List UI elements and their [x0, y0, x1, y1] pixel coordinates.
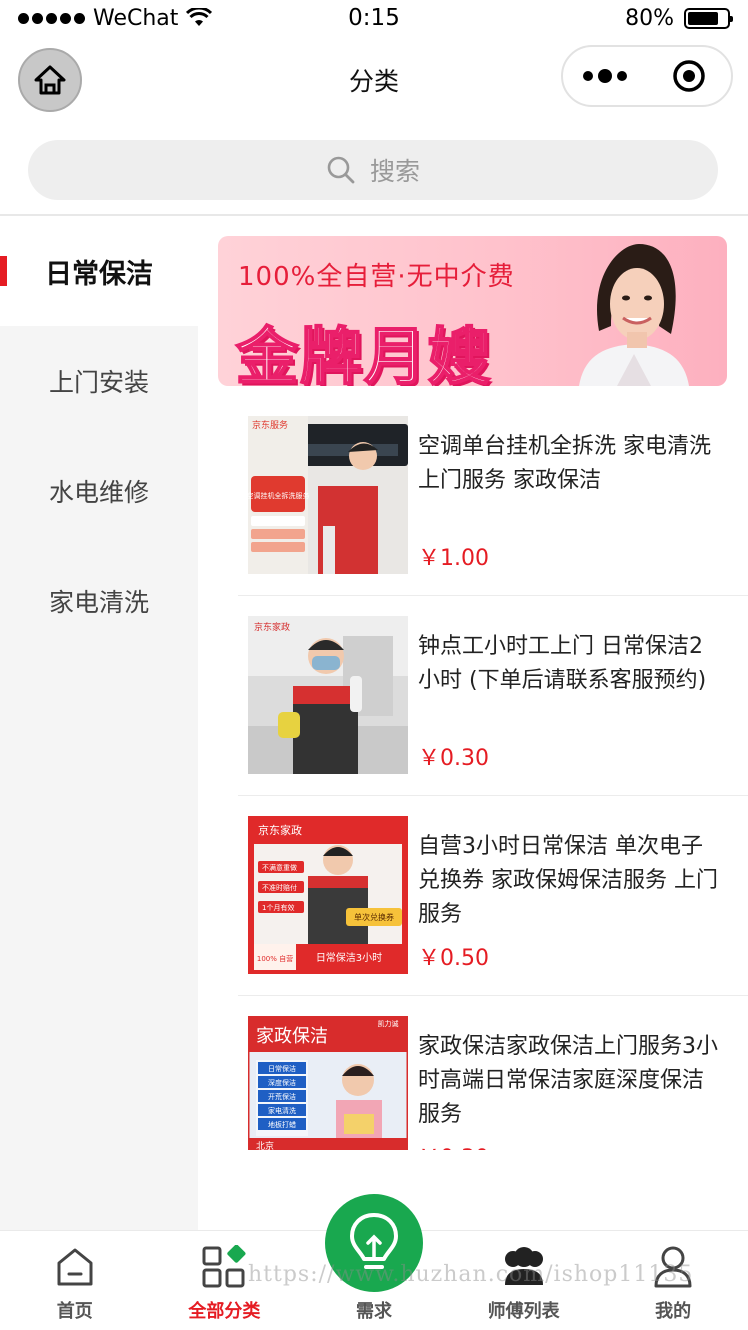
product-price: ￥0.50	[418, 946, 489, 971]
product-name: 自营3小时日常保洁 单次电子兑换券 家政保姆保洁服务 上门服务	[418, 834, 718, 927]
signal-icon	[18, 12, 85, 24]
product-item[interactable]: 京东服务 空调挂机全拆洗服务 空调单台挂机全拆洗 家电清洗 上门服务 家政保洁 …	[238, 416, 748, 596]
product-name: 家政保洁家政保洁上门服务3小时高端日常保洁家庭深度保洁服务	[418, 1034, 718, 1127]
product-image-brand: 京东家政	[258, 823, 302, 837]
search-input[interactable]: 搜索	[28, 140, 718, 200]
battery-percent: 80%	[625, 5, 674, 31]
sidebar-item-label: 水电维修	[48, 478, 149, 507]
product-image-chip: 1个月有效	[262, 903, 294, 912]
search-icon	[327, 156, 355, 184]
wifi-icon	[186, 8, 213, 26]
product-image-list-item: 地板打蜡	[268, 1120, 296, 1129]
bulb-icon	[350, 1213, 398, 1269]
product-image: 京东家政 不满意重做 不准时赔付 1个月有效 单次兑换券 100% 自营 日常保…	[248, 816, 408, 974]
product-name: 钟点工小时工上门 日常保洁2小时 (下单后请联系客服预约)	[418, 634, 707, 693]
product-image-city: 北京	[256, 1140, 274, 1150]
product-image-list-item: 深度保洁	[268, 1078, 296, 1087]
sidebar-item-daily-cleaning[interactable]: 日常保洁	[0, 216, 198, 326]
product-image: 京东家政	[248, 616, 408, 774]
tab-label: 全部分类	[188, 1301, 261, 1322]
product-image-coupon: 单次兑换券	[354, 912, 394, 922]
nav-bar: 分类	[0, 40, 748, 120]
tab-label: 首页	[56, 1301, 93, 1322]
more-button[interactable]	[563, 47, 647, 105]
product-price: ￥0.30	[418, 1140, 489, 1150]
sidebar-item-repair[interactable]: 水电维修	[0, 436, 198, 546]
product-list-panel: 100%全自营·无中介费 金牌月嫂 京东服务 空调挂机全拆洗服务 空调单台挂机全…	[198, 216, 748, 1150]
close-button[interactable]	[647, 47, 731, 105]
product-image-list-item: 家电清洗	[268, 1106, 296, 1115]
product-price: ￥1.00	[418, 546, 489, 571]
product-item[interactable]: 家政保洁 凯力诚 日常保洁 深度保洁 开荒保洁 家电清洗 地板打蜡 北京 家政保…	[238, 1016, 748, 1150]
target-close-icon	[673, 60, 705, 92]
status-right: 80%	[625, 5, 733, 31]
tab-label: 师傅列表	[487, 1301, 560, 1322]
sidebar-item-label: 日常保洁	[45, 258, 153, 290]
tab-home[interactable]: 首页	[0, 1231, 150, 1330]
product-image-chip: 不满意重做	[262, 863, 297, 872]
workers-icon	[504, 1247, 543, 1285]
product-image-chip: 不准时赔付	[262, 883, 297, 892]
product-image-corner: 凯力诚	[378, 1019, 399, 1028]
sidebar-item-label: 上门安装	[48, 368, 149, 397]
product-image-list-item: 日常保洁	[268, 1064, 296, 1073]
product-image-list-item: 开荒保洁	[268, 1092, 296, 1101]
product-price: ￥0.30	[418, 746, 489, 771]
home-icon	[57, 1248, 93, 1286]
search-placeholder: 搜索	[369, 157, 420, 186]
product-item[interactable]: 京东家政 钟点工小时工上门 日常保洁2小时 (下单后请联系客服预约) ￥0.30	[238, 616, 748, 796]
product-image: 家政保洁 凯力诚 日常保洁 深度保洁 开荒保洁 家电清洗 地板打蜡 北京	[248, 1016, 408, 1150]
demand-center-button[interactable]	[325, 1194, 423, 1292]
product-image-title: 家政保洁	[256, 1026, 328, 1047]
product-image-footer: 日常保洁3小时	[316, 951, 382, 964]
battery-icon	[684, 7, 733, 29]
sidebar-item-appliance-cleaning[interactable]: 家电清洗	[0, 546, 198, 656]
sidebar-item-label: 家电清洗	[48, 588, 149, 617]
status-left: WeChat	[18, 5, 213, 31]
product-image-brand: 京东家政	[254, 621, 290, 633]
category-icon	[202, 1245, 246, 1288]
tab-all-categories[interactable]: 全部分类	[150, 1231, 300, 1330]
product-image-footer-left: 100% 自营	[257, 954, 293, 963]
product-item[interactable]: 京东家政 不满意重做 不准时赔付 1个月有效 单次兑换券 100% 自营 日常保…	[238, 816, 748, 996]
tab-label: 需求	[355, 1301, 392, 1322]
mini-program-capsule	[561, 45, 733, 107]
product-name: 空调单台挂机全拆洗 家电清洗 上门服务 家政保洁	[418, 434, 711, 493]
promo-banner[interactable]: 100%全自营·无中介费 金牌月嫂	[218, 236, 727, 386]
tab-label: 我的	[655, 1301, 692, 1322]
product-image-brand: 京东服务	[252, 419, 288, 431]
user-icon	[654, 1246, 692, 1288]
category-sidebar: 日常保洁 上门安装 水电维修 家电清洗	[0, 216, 198, 1230]
carrier-label: WeChat	[93, 5, 179, 31]
product-image: 京东服务 空调挂机全拆洗服务	[248, 416, 408, 574]
product-image-badge: 空调挂机全拆洗服务	[248, 491, 310, 500]
tab-mine[interactable]: 我的	[598, 1231, 748, 1330]
banner-woman-image	[579, 244, 689, 386]
banner-title: 金牌月嫂	[235, 319, 493, 386]
banner-tag: 100%全自营·无中介费	[238, 262, 515, 292]
sidebar-item-installation[interactable]: 上门安装	[0, 326, 198, 436]
status-bar: WeChat 0:15 80%	[0, 0, 748, 36]
tab-workers[interactable]: 师傅列表	[449, 1231, 599, 1330]
